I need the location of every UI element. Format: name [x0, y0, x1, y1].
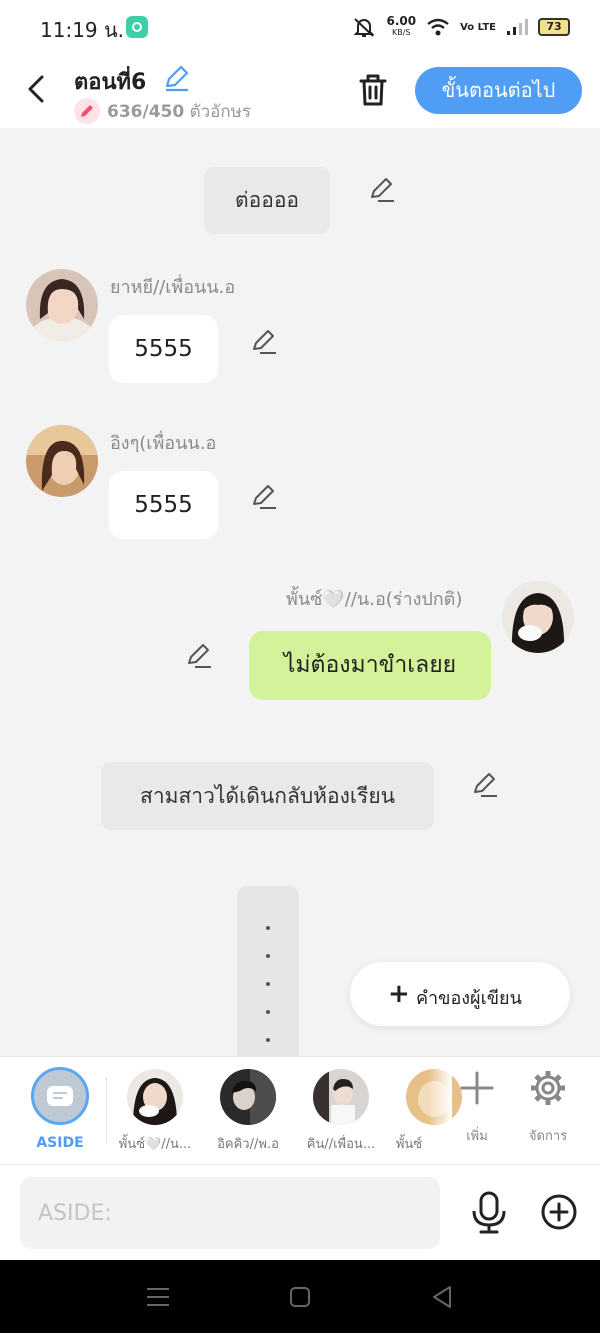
character-name: พั้นซ์🤍//น.อ(ร่างปกติ): [286, 589, 463, 610]
aside-button[interactable]: [31, 1067, 89, 1125]
signal-icon: [507, 19, 528, 35]
home-square-icon[interactable]: [285, 1284, 315, 1310]
chat-area: ต่ออออ ยาหยี//เพื่อนน.อ 5555 อิงๆ(เพื่อน…: [0, 128, 600, 1056]
narration-bubble[interactable]: สามสาวได้เดินกลับห้องเรียน: [101, 762, 434, 830]
character-chip-name: อิคคิว//พ.อ: [217, 1137, 279, 1152]
aside-label: ASIDE: [36, 1135, 84, 1151]
edit-title-pencil-icon[interactable]: [162, 64, 190, 92]
app-notification-icon: [126, 16, 148, 38]
character-avatar[interactable]: [26, 425, 98, 497]
message-bubble[interactable]: 5555: [109, 471, 218, 539]
divider: [106, 1077, 107, 1143]
manage-label: จัดการ: [528, 1129, 568, 1144]
status-bar: 11:19 น. 6.00 KB/S Vo LTE 73: [0, 0, 600, 52]
plus-icon: +: [388, 979, 410, 1009]
volte-indicator: Vo LTE: [460, 21, 496, 33]
menu-icon[interactable]: [143, 1284, 173, 1310]
character-name: ยาหยี//เพื่อนน.อ: [110, 277, 236, 298]
editor-header: ตอนที่6 636/450 ตัวอักษร ขั้นตอนต่อไป: [0, 52, 600, 128]
microphone-icon[interactable]: [469, 1191, 509, 1235]
wifi-icon: [427, 18, 449, 36]
edit-pencil-icon[interactable]: [250, 483, 278, 511]
status-icons: 6.00 KB/S Vo LTE 73: [352, 14, 570, 40]
battery-icon: 73: [538, 18, 570, 36]
edit-pencil-icon[interactable]: [368, 176, 396, 204]
mute-bell-icon: [354, 18, 375, 37]
message-bubble[interactable]: 5555: [109, 315, 218, 383]
character-selector-bar: ASIDE พั้นซ์🤍//น... อิคคิว//พ.อ คิน//เพื…: [0, 1056, 600, 1165]
my-message-bubble[interactable]: ไม่ต้องมาขำเลยย: [249, 631, 491, 700]
status-time: 11:19 น.: [40, 18, 125, 42]
character-chip-avatar[interactable]: [127, 1069, 183, 1125]
add-circle-icon[interactable]: [540, 1193, 578, 1231]
character-avatar[interactable]: [502, 581, 574, 653]
character-chip-avatar[interactable]: [220, 1069, 276, 1125]
add-character-label: เพิ่ม: [466, 1129, 488, 1144]
edit-pencil-icon[interactable]: [185, 642, 213, 670]
character-chip-name: พั้นซ์: [395, 1137, 423, 1152]
character-name: อิงๆ(เพื่อนน.อ: [110, 433, 217, 454]
pencil-badge-icon: [74, 98, 100, 124]
character-chip-avatar[interactable]: [313, 1069, 369, 1125]
message-input[interactable]: [20, 1177, 440, 1249]
character-avatar[interactable]: [26, 269, 98, 341]
system-nav-bar: [0, 1260, 600, 1333]
aside-icon: [47, 1086, 73, 1106]
back-arrow-icon[interactable]: [22, 72, 52, 106]
gear-icon[interactable]: [518, 1069, 578, 1109]
add-plus-icon[interactable]: [447, 1069, 507, 1109]
network-speed: 6.00 KB/S: [386, 14, 417, 37]
trash-icon[interactable]: [356, 72, 390, 108]
author-note-label: คำของผู้เขียน: [416, 988, 522, 1009]
edit-pencil-icon[interactable]: [250, 328, 278, 356]
author-note-button[interactable]: + คำของผู้เขียน: [350, 962, 570, 1026]
ellipsis-bubble[interactable]: [237, 886, 299, 1056]
character-chip-name: พั้นซ์🤍//น...: [118, 1137, 192, 1152]
back-triangle-icon[interactable]: [428, 1284, 458, 1310]
next-step-button[interactable]: ขั้นตอนต่อไป: [415, 67, 582, 114]
input-bar: [0, 1164, 600, 1260]
character-chip-name: คิน//เพื่อน...: [306, 1137, 376, 1152]
edit-pencil-icon[interactable]: [471, 771, 499, 799]
episode-title: ตอนที่6: [74, 70, 147, 95]
character-count: 636/450 ตัวอักษร: [107, 102, 252, 122]
narration-bubble[interactable]: ต่ออออ: [204, 167, 330, 234]
